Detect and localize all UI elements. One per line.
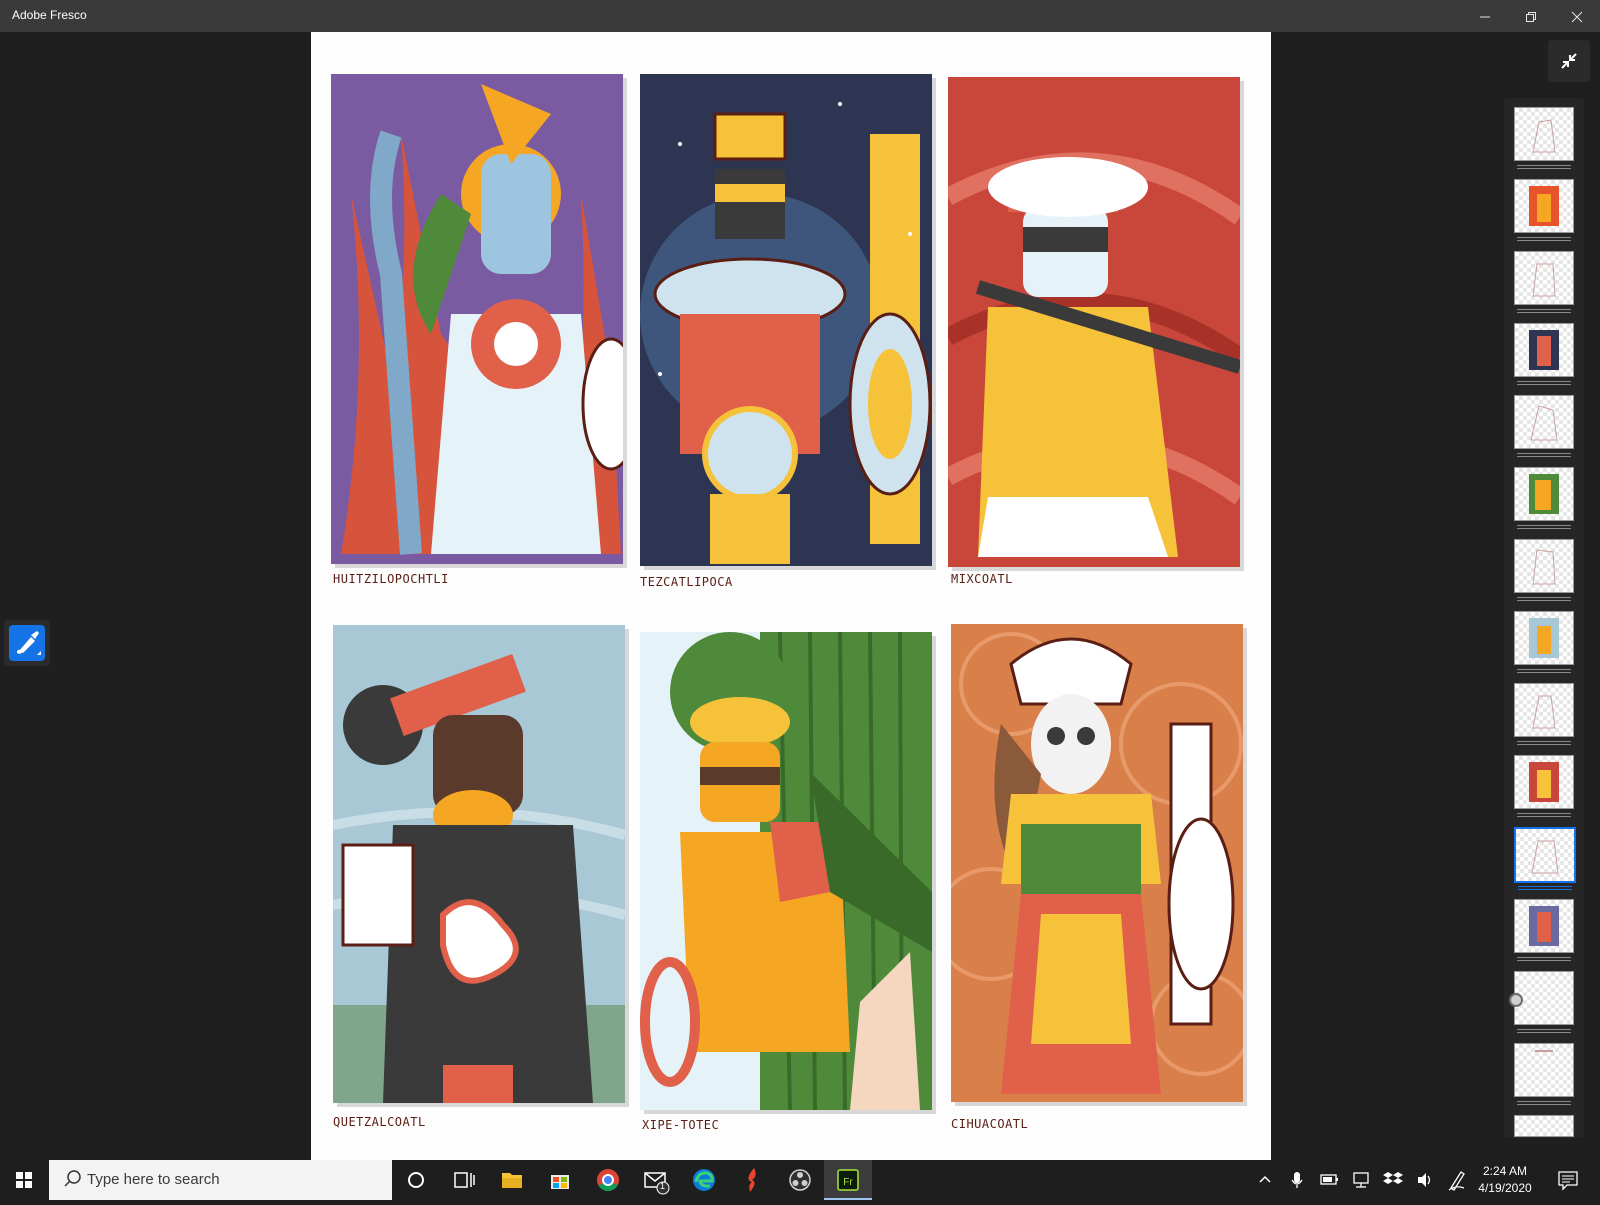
store-button[interactable] [536,1160,584,1200]
art-panel-quetzalcoatl [333,625,625,1103]
search-icon [64,1170,81,1187]
layer-thumbnail[interactable] [1514,467,1574,529]
collapse-ui-button[interactable] [1548,40,1590,82]
layer-thumbnail[interactable] [1514,395,1574,457]
panel-caption: XIPE-TOTEC [642,1118,720,1132]
art-panel-mixcoatl [948,77,1240,567]
store-icon [551,1175,569,1189]
task-view-icon [454,1172,475,1188]
tray-overflow-button[interactable] [1254,1160,1276,1200]
restore-button[interactable] [1508,0,1554,32]
restore-icon [1526,12,1536,23]
layer-thumbnail[interactable] [1514,683,1574,745]
minimize-icon [1480,16,1490,18]
file-explorer-button[interactable] [488,1160,536,1200]
dropbox-tray-icon[interactable] [1382,1160,1404,1200]
art-panel-xipe-totec [640,632,932,1110]
cihuacoatl-illustration [951,632,1243,1094]
battery-icon [1320,1174,1338,1185]
cortana-button[interactable] [392,1160,440,1200]
brush-tool-active [9,625,45,661]
volume-icon [1418,1173,1431,1187]
minimize-button[interactable] [1462,0,1508,32]
tezcatlipoca-illustration [640,102,932,564]
brush-tool-button[interactable] [4,620,50,666]
close-icon [1571,11,1583,23]
microphone-icon [1291,1172,1303,1188]
notifications-icon [1558,1171,1578,1191]
network-icon [1353,1172,1369,1188]
art-panel-tezcatlipoca [640,74,932,566]
edge-icon [693,1169,715,1191]
taskbar: Type here to search 1 Fr 2:24 AM 4/19/20… [0,1160,1600,1200]
chrome-button[interactable] [584,1160,632,1200]
title-bar: Adobe Fresco [0,0,1600,32]
close-button[interactable] [1554,0,1600,32]
panel-caption: QUETZALCOATL [333,1115,426,1129]
layer-thumbnail[interactable] [1514,1115,1574,1137]
clock-time: 2:24 AM [1482,1164,1528,1178]
task-view-button[interactable] [440,1160,488,1200]
layer-drag-handle[interactable] [1509,993,1523,1007]
art-panel-cihuacoatl [951,624,1243,1102]
dropbox-icon [1383,1172,1403,1184]
art-panel-huitzilopochtli [331,74,623,564]
fresco-taskbar-button[interactable]: Fr [824,1160,872,1200]
layer-thumbnail[interactable] [1514,539,1574,601]
layers-panel[interactable] [1504,98,1584,1138]
layer-thumbnail[interactable] [1514,179,1574,241]
search-placeholder: Type here to search [87,1171,220,1188]
layer-thumbnail[interactable] [1514,611,1574,673]
svg-text:Fr: Fr [843,1177,853,1188]
network-tray-icon[interactable] [1350,1160,1372,1200]
layer-thumbnail[interactable] [1514,107,1574,169]
panel-caption: MIXCOATL [951,572,1013,586]
microphone-tray-icon[interactable] [1286,1160,1308,1200]
fresco-icon: Fr [837,1169,859,1191]
quetzalcoatl-illustration [333,653,625,1103]
layer-thumbnail[interactable] [1514,899,1574,961]
canvas-workspace[interactable]: HUITZILOPOCHTLI TEZCATLIPOCA MIXCOATL QU… [0,32,1600,1160]
mail-icon [644,1172,670,1195]
taskbar-search-box[interactable]: Type here to search [49,1160,392,1200]
mixcoatl-illustration [948,152,1240,557]
panel-caption: TEZCATLIPOCA [640,575,733,589]
pixel-brush-icon [17,631,41,655]
pen-tray-icon[interactable] [1446,1160,1468,1200]
clock-date: 4/19/2020 [1478,1181,1532,1195]
layer-thumbnail[interactable] [1514,755,1574,817]
layer-thumbnail[interactable] [1514,1043,1574,1105]
layer-thumbnail[interactable] [1514,323,1574,385]
taskbar-clock[interactable]: 2:24 AM 4/19/2020 [1476,1163,1534,1197]
sketchbook-button[interactable] [728,1160,776,1200]
artboard[interactable]: HUITZILOPOCHTLI TEZCATLIPOCA MIXCOATL QU… [311,32,1271,1160]
panel-caption: HUITZILOPOCHTLI [333,572,449,586]
huitzilopochtli-illustration [341,84,623,555]
pen-workspace-icon [1448,1171,1465,1191]
layer-thumbnail[interactable] [1514,971,1574,1033]
obs-button[interactable] [776,1160,824,1200]
windows-icon [16,1172,32,1188]
app-title: Adobe Fresco [12,8,87,22]
action-center-button[interactable] [1552,1160,1584,1200]
chrome-icon [597,1169,619,1191]
app-flame-icon [748,1168,756,1192]
folder-icon [502,1173,522,1188]
collapse-arrows-icon [1561,53,1577,69]
battery-tray-icon[interactable] [1318,1160,1340,1200]
chevron-up-icon [1259,1175,1271,1183]
mail-badge: 1 [660,1181,666,1191]
layer-thumbnail-selected[interactable] [1514,827,1576,890]
cortana-icon [408,1172,424,1188]
mail-button[interactable]: 1 [632,1160,680,1200]
layer-thumbnail[interactable] [1514,251,1574,313]
volume-tray-icon[interactable] [1414,1160,1436,1200]
panel-caption: CIHUACOATL [951,1117,1029,1131]
obs-icon [789,1169,811,1191]
edge-button[interactable] [680,1160,728,1200]
xipe-totec-illustration [640,632,932,1110]
start-button[interactable] [0,1160,48,1200]
